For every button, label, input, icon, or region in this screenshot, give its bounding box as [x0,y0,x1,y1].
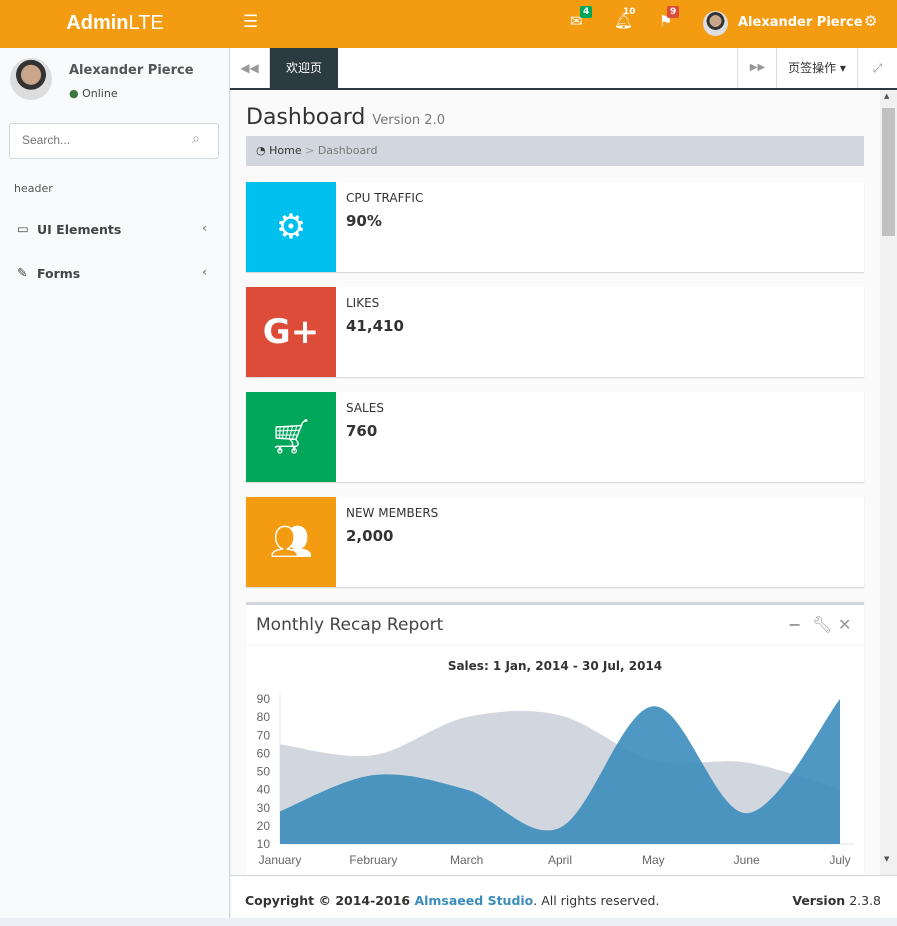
users-icon: 👥︎ [246,497,336,587]
gears-icon[interactable]: ⚙ [864,12,877,30]
x-tick-label: June [734,853,760,867]
search-box: ⌕ [9,123,219,159]
status-dot-icon: ● [69,87,79,100]
scrollbar-thumb[interactable] [882,108,895,236]
version: Version 2.3.8 [792,893,881,908]
y-tick-label: 40 [257,783,271,797]
x-tick-label: February [349,853,397,867]
search-icon[interactable]: ⌕ [192,131,200,147]
fullscreen-icon[interactable]: ⤢ [857,48,897,88]
sidebar-avatar [10,58,52,100]
y-tick-label: 20 [257,819,271,833]
close-icon[interactable]: ✕ [838,615,851,634]
tab-bar: ◀◀ 欢迎页 ▶▶ 页签操作 ▾ ⤢ [230,48,897,90]
flag-icon[interactable]: ⚑ 9 [659,6,680,30]
breadcrumb: ◔ Home > Dashboard [246,136,864,166]
scroll-down-icon[interactable]: ▼ [884,855,889,863]
info-box-members: 👥︎ NEW MEMBERS 2,000 [246,497,864,587]
content-area: Dashboard Version 2.0 ◔ Home > Dashboard… [231,90,880,875]
info-box-likes: G+ LIKES 41,410 [246,287,864,377]
breadcrumb-home[interactable]: Home [269,144,301,157]
messages-icon[interactable]: ✉ 4 [570,6,593,30]
box-title: Monthly Recap Report [256,615,444,635]
sidebar-user-name: Alexander Pierce [69,63,194,78]
online-status: ● Online [69,87,118,100]
sidebar-header: header [14,182,53,195]
user-menu[interactable]: Alexander Pierce [738,15,863,30]
scrollbar[interactable]: ▲ ▼ [880,90,897,875]
x-tick-label: July [829,853,850,867]
dashboard-icon: ◔ [256,144,266,157]
tab-scroll-right-icon[interactable]: ▶▶ [737,48,777,88]
info-box-sales: 🛒︎ SALES 760 [246,392,864,482]
edit-icon: ✎ [17,265,28,280]
sidebar-toggle-icon[interactable]: ☰ [243,12,258,32]
monthly-recap-box: Monthly Recap Report − 🔧︎ ✕ Sales: 1 Jan… [246,602,864,875]
x-tick-label: April [548,853,572,867]
laptop-icon: ▭ [17,221,29,236]
x-tick-label: March [450,853,483,867]
sidebar: Alexander Pierce ● Online ⌕ header ▭UI E… [0,48,230,918]
chevron-left-icon: ‹ [202,264,208,279]
chevron-left-icon: ‹ [202,220,208,235]
tab-welcome[interactable]: 欢迎页 [270,48,338,88]
tab-operations-dropdown[interactable]: 页签操作 ▾ [776,48,857,88]
logo[interactable]: AdminLTE [0,0,230,48]
top-navbar: AdminLTE ☰ ✉ 4 🔔︎ 10 ⚑ 9 Alexander Pierce ⚙ [0,0,897,48]
sidebar-item-forms[interactable]: ✎ Forms ‹ [0,258,229,288]
page-title: Dashboard Version 2.0 [246,105,445,130]
scroll-up-icon[interactable]: ▲ [884,92,889,100]
y-tick-label: 60 [257,746,271,760]
breadcrumb-current: Dashboard [317,144,378,157]
info-box-cpu: ⚙ CPU TRAFFIC 90% [246,182,864,272]
search-input[interactable] [22,133,182,147]
collapse-icon[interactable]: − [788,615,801,634]
shopping-cart-icon: 🛒︎ [246,392,336,482]
notifications-icon[interactable]: 🔔︎ 10 [614,7,636,30]
y-tick-label: 30 [257,801,271,815]
tab-scroll-left-icon[interactable]: ◀◀ [230,48,270,88]
company-link[interactable]: Almsaeed Studio [414,893,533,908]
google-plus-icon: G+ [246,287,336,377]
sidebar-item-ui-elements[interactable]: ▭ UI Elements ‹ [0,214,229,244]
y-tick-label: 50 [257,765,271,779]
footer: Copyright © 2014-2016 Almsaeed Studio. A… [231,875,897,918]
gear-icon: ⚙ [246,182,336,272]
y-tick-label: 70 [257,728,271,742]
user-avatar[interactable] [703,11,728,36]
x-tick-label: May [642,853,665,867]
wrench-icon[interactable]: 🔧︎ [812,615,832,634]
chart-title: Sales: 1 Jan, 2014 - 30 Jul, 2014 [447,659,663,673]
sales-chart: 10 20 30 40 50 60 70 80 90 January February March Ap… [257,692,854,867]
y-tick-label: 80 [257,710,271,724]
y-tick-label: 10 [257,837,271,851]
page-subtitle: Version 2.0 [372,113,445,128]
copyright: Copyright © 2014-2016 Almsaeed Studio. A… [245,893,660,908]
x-tick-label: January [259,853,302,867]
y-tick-label: 90 [257,692,271,706]
